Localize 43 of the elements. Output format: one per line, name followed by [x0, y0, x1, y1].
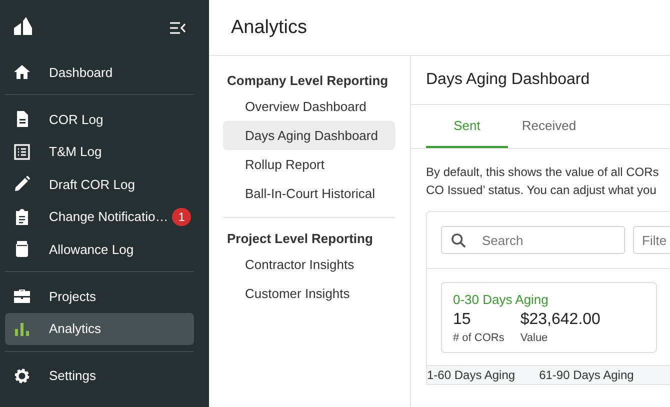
report-link[interactable]: Days Aging Dashboard: [223, 121, 395, 150]
stat-value: $23,642.00: [520, 311, 600, 329]
sidebar-item[interactable]: COR Log: [5, 103, 194, 135]
gear-icon: [13, 366, 31, 384]
sidebar-item[interactable]: Allowance Log: [5, 233, 194, 265]
home-icon: [13, 63, 31, 81]
aging-tab[interactable]: 1-60 Days Aging: [427, 368, 516, 382]
clipboard-icon: [13, 208, 31, 226]
stat-label: Value: [520, 332, 549, 344]
sidebar-item[interactable]: Draft COR Log: [5, 168, 194, 200]
report-link[interactable]: Overview Dashboard: [223, 92, 395, 121]
collapse-menu-icon[interactable]: [170, 22, 186, 34]
group-heading: Company Level Reporting: [226, 72, 390, 90]
sidebar-item[interactable]: Projects: [5, 280, 194, 312]
panel-title: Days Aging Dashboard: [426, 71, 590, 89]
jar-icon: [13, 240, 31, 258]
logo-icon: [13, 16, 33, 36]
tab[interactable]: Received: [508, 105, 590, 148]
search-field[interactable]: Search: [441, 226, 625, 254]
page-title: Analytics: [231, 16, 308, 38]
report-link[interactable]: Customer Insights: [223, 279, 395, 308]
count-badge: 1: [172, 208, 191, 226]
group-heading: Project Level Reporting: [226, 230, 374, 248]
pencil-icon: [13, 175, 31, 193]
sidebar-item[interactable]: Dashboard: [5, 56, 194, 88]
stat-count: 15: [453, 311, 472, 329]
sidebar-item[interactable]: Settings: [5, 360, 194, 392]
description-text: By default, this shows the value of all CORs: [426, 164, 660, 181]
description-text: CO Issued’ status. You can adjust what you: [426, 182, 658, 199]
search-icon: [451, 233, 466, 248]
stat-label: # of CORs: [453, 332, 504, 344]
list-icon: [13, 142, 31, 160]
stat-title: 0-30 Days Aging: [453, 292, 550, 307]
report-link[interactable]: Rollup Report: [223, 150, 395, 179]
filter-field[interactable]: Filte: [633, 226, 670, 254]
briefcase-icon: [13, 287, 31, 305]
tab[interactable]: Sent: [426, 105, 508, 148]
sidebar-item[interactable]: T&M Log: [5, 136, 194, 168]
aging-tab[interactable]: 61-90 Days Aging: [539, 368, 634, 382]
sidebar-item[interactable]: Analytics: [5, 312, 194, 344]
sidebar-item[interactable]: Change Notificatio… 1: [5, 200, 194, 232]
report-link[interactable]: Contractor Insights: [223, 250, 395, 279]
report-link[interactable]: Ball-In-Court Historical: [223, 179, 395, 208]
